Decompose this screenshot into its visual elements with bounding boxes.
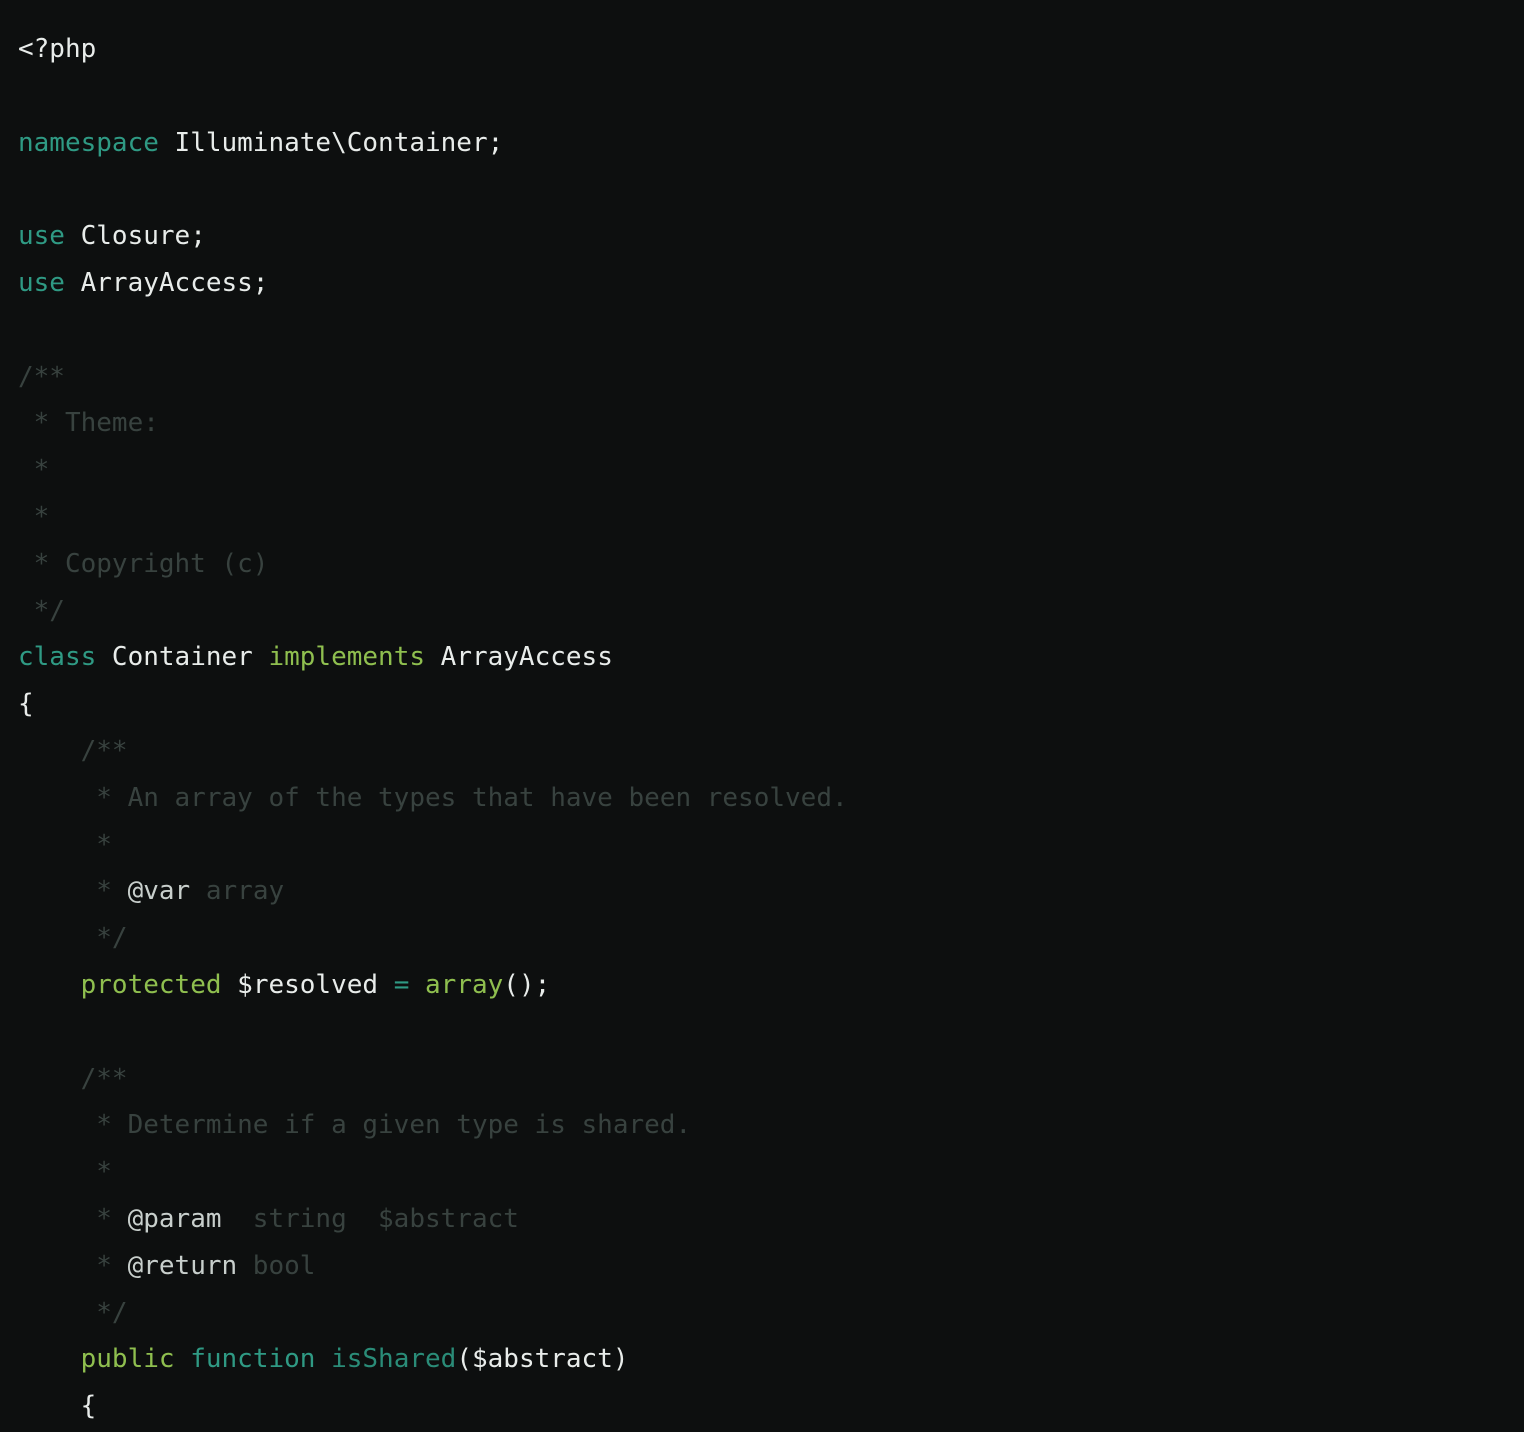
code-token: implements xyxy=(268,642,426,673)
code-line: * xyxy=(18,494,1508,541)
code-token: @var xyxy=(127,876,191,907)
code-token: namespace xyxy=(18,127,159,158)
code-token: /** xyxy=(18,1063,128,1094)
code-editor[interactable]: <?php namespace Illuminate\Container; use … xyxy=(18,26,1508,1430)
code-token: /** xyxy=(18,735,128,766)
code-line: * @param string $abstract xyxy=(18,1196,1508,1243)
code-line: */ xyxy=(18,915,1508,962)
code-token: public xyxy=(80,1344,175,1375)
code-line: * xyxy=(18,822,1508,869)
code-token: use xyxy=(18,221,65,252)
code-token: Container xyxy=(96,642,269,673)
code-line: /** xyxy=(18,1056,1508,1103)
code-token: */ xyxy=(18,923,128,954)
code-token: ($abstract) xyxy=(456,1344,629,1375)
code-token: $resolved xyxy=(221,969,394,1000)
code-line: * An array of the types that have been r… xyxy=(18,775,1508,822)
code-token: */ xyxy=(18,1297,128,1328)
code-token: * xyxy=(18,501,50,532)
code-token: * Theme: xyxy=(18,408,159,439)
code-line: * @var array xyxy=(18,868,1508,915)
code-token: (); xyxy=(503,969,551,1000)
code-line: { xyxy=(18,681,1508,728)
code-token: = xyxy=(393,969,410,1000)
code-line: */ xyxy=(18,1290,1508,1337)
code-token: ArrayAccess xyxy=(425,642,613,673)
code-line: * Theme: xyxy=(18,400,1508,447)
code-token: * An array of the types that have been r… xyxy=(18,782,848,813)
code-token: @return xyxy=(127,1250,238,1281)
code-token: array xyxy=(425,969,504,1000)
code-token: <?php xyxy=(18,34,97,64)
code-token: * xyxy=(18,876,128,907)
code-token: * xyxy=(18,829,112,860)
code-line: namespace Illuminate\Container; xyxy=(18,120,1508,167)
code-token: protected xyxy=(80,969,222,1000)
code-token: Closure; xyxy=(64,221,206,252)
code-token: * xyxy=(18,1250,128,1281)
code-token: function xyxy=(190,1344,316,1375)
code-token: use xyxy=(18,267,65,298)
code-token: { xyxy=(18,689,34,720)
code-line: * xyxy=(18,447,1508,494)
code-line: * @return bool xyxy=(18,1243,1508,1290)
code-line: protected $resolved = array(); xyxy=(18,962,1508,1009)
code-line: /** xyxy=(18,354,1508,401)
code-line: use Closure; xyxy=(18,213,1508,260)
code-token: { xyxy=(18,1391,97,1422)
code-line: { xyxy=(18,1383,1508,1430)
code-token: isShared xyxy=(331,1344,457,1375)
code-line: class Container implements ArrayAccess xyxy=(18,634,1508,681)
code-line: */ xyxy=(18,588,1508,635)
code-token: class xyxy=(18,642,97,673)
code-line: <?php xyxy=(18,26,1508,73)
code-line: * Determine if a given type is shared. xyxy=(18,1102,1508,1149)
code-line: * Copyright (c) xyxy=(18,541,1508,588)
code-token: string $abstract xyxy=(221,1203,519,1234)
code-token: Illuminate\Container; xyxy=(158,127,504,158)
code-token: */ xyxy=(18,595,65,626)
code-line: /** xyxy=(18,728,1508,775)
code-line: public function isShared($abstract) xyxy=(18,1336,1508,1383)
code-line: * xyxy=(18,1149,1508,1196)
code-token: ArrayAccess; xyxy=(64,267,269,298)
code-token: /** xyxy=(18,361,65,392)
code-token: array xyxy=(190,876,285,907)
code-token: @param xyxy=(127,1203,222,1234)
code-line: use ArrayAccess; xyxy=(18,260,1508,307)
code-token: bool xyxy=(237,1250,316,1281)
code-token: * Copyright (c) xyxy=(18,548,269,579)
code-token: * Determine if a given type is shared. xyxy=(18,1110,692,1141)
code-token: * xyxy=(18,455,50,486)
code-token: * xyxy=(18,1203,128,1234)
code-token: * xyxy=(18,1157,112,1188)
